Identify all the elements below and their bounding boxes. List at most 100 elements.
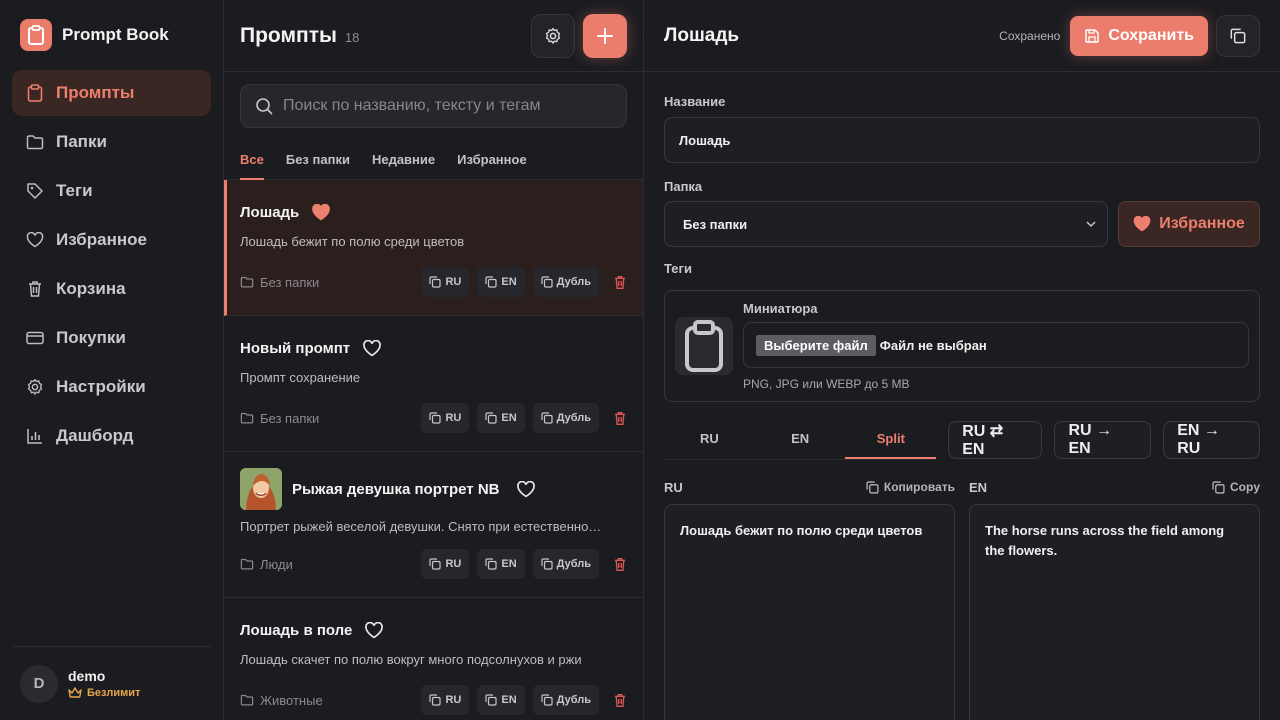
sidebar-item-settings[interactable]: Настройки (12, 364, 211, 410)
chip-label: Дубль (556, 412, 591, 424)
duplicate-button[interactable]: Дубль (532, 267, 599, 297)
credit-card-icon (26, 329, 44, 347)
sidebar-item-folders[interactable]: Папки (12, 119, 211, 165)
prompt-card[interactable]: Лошадь Лошадь бежит по полю среди цветов… (224, 180, 643, 316)
swap-ru-en-button[interactable]: RU ⇄ EN (948, 421, 1043, 459)
user-profile[interactable]: D demo Безлимит (12, 646, 211, 720)
prompt-thumbnail (240, 468, 282, 510)
clipboard-icon (20, 19, 52, 51)
prompt-title: Рыжая девушка портрет NB (292, 480, 500, 498)
en-label: EN (969, 479, 988, 495)
delete-trash-icon[interactable] (613, 693, 627, 708)
tags-label: Теги (664, 261, 692, 276)
sidebar-item-label: Корзина (56, 279, 126, 298)
copy-ru-button[interactable]: RU (421, 549, 470, 579)
prompt-description: Лошадь бежит по полю среди цветов (240, 234, 465, 249)
delete-trash-icon[interactable] (613, 557, 627, 572)
sidebar-item-prompts[interactable]: Промпты (12, 70, 211, 116)
copy-en-button[interactable]: EN (477, 685, 525, 715)
tab-no-folder[interactable]: Без папки (286, 152, 350, 179)
sidebar-item-label: Покупки (56, 328, 126, 347)
copy-icon (485, 276, 497, 288)
brand[interactable]: Prompt Book (0, 0, 223, 70)
sidebar-item-favorites[interactable]: Избранное (12, 217, 211, 263)
copy-en-button[interactable]: EN (477, 403, 525, 433)
crown-icon (68, 687, 82, 699)
sidebar-item-purchases[interactable]: Покупки (12, 315, 211, 361)
favorite-toggle-button[interactable]: Избранное (1118, 201, 1260, 247)
heart-outline-icon[interactable] (364, 621, 384, 639)
settings-button[interactable] (531, 13, 575, 58)
tab-all[interactable]: Все (240, 152, 264, 180)
thumbnail-file-input[interactable]: Выберите файл Файл не выбран (743, 322, 1249, 368)
copy-icon (866, 480, 879, 494)
delete-trash-icon[interactable] (613, 275, 627, 290)
prompt-card[interactable]: Лошадь в поле Лошадь скачет по полю вокр… (224, 598, 643, 720)
sidebar-item-label: Настройки (56, 377, 146, 396)
heart-filled-icon (1133, 216, 1151, 232)
chip-label: RU (445, 276, 462, 288)
sidebar: Prompt Book Промпты Папки Теги Избранное… (0, 0, 224, 720)
language-tabs: RU EN Split (664, 420, 937, 460)
copy-ru-button[interactable]: RU (421, 685, 470, 715)
tab-ru[interactable]: RU (664, 420, 755, 459)
tab-recent[interactable]: Недавние (372, 152, 435, 179)
prompt-folder: Люди (240, 557, 413, 572)
search-icon (255, 97, 273, 115)
copy-icon (1230, 28, 1246, 44)
sidebar-item-trash[interactable]: Корзина (12, 266, 211, 312)
name-field[interactable]: Лошадь (664, 117, 1260, 163)
save-status: Сохранено (999, 28, 1061, 43)
sidebar-item-tags[interactable]: Теги (12, 168, 211, 214)
copy-prompt-button[interactable] (1216, 14, 1260, 57)
chip-label: EN (501, 412, 517, 424)
heart-outline-icon[interactable] (362, 339, 382, 357)
copy-icon (429, 694, 442, 706)
translate-ru-to-en-button[interactable]: RU → EN (1054, 421, 1152, 459)
prompt-card[interactable]: Рыжая девушка портрет NB Портрет рыжей в… (224, 452, 643, 598)
folder-select-value: Без папки (683, 216, 748, 232)
copy-en-button[interactable]: EN (477, 267, 525, 297)
folder-icon (240, 558, 254, 570)
chip-label: RU (445, 694, 462, 706)
duplicate-button[interactable]: Дубль (532, 549, 599, 579)
translate-en-to-ru-button[interactable]: EN → RU (1163, 421, 1261, 459)
sidebar-item-dashboard[interactable]: Дашборд (12, 413, 211, 459)
copy-ru-button[interactable]: RU (421, 267, 470, 297)
save-button[interactable]: Сохранить (1070, 15, 1208, 56)
prompt-description: Промпт сохранение (240, 370, 361, 385)
choose-file-button[interactable]: Выберите файл (756, 334, 876, 356)
delete-trash-icon[interactable] (613, 411, 627, 426)
ru-text-area[interactable]: Лошадь бежит по полю среди цветов (664, 504, 955, 720)
copy-icon (541, 412, 553, 424)
editor-header: Лошадь Сохранено Сохранить (644, 0, 1280, 72)
copy-ru-text-button[interactable]: Копировать (866, 480, 955, 494)
prompt-folder-label: Без папки (260, 274, 320, 290)
copy-label: Копировать (883, 480, 955, 494)
list-header: Промпты 18 (224, 0, 643, 72)
plus-icon (596, 27, 614, 45)
heart-outline-icon[interactable] (516, 480, 536, 498)
name-label: Название (664, 94, 726, 109)
chip-label: RU (445, 412, 462, 424)
trash-icon (26, 280, 44, 298)
favorite-label: Избранное (1159, 215, 1245, 232)
folder-select[interactable]: Без папки (664, 201, 1108, 247)
duplicate-button[interactable]: Дубль (532, 403, 599, 433)
add-prompt-button[interactable] (583, 13, 627, 58)
user-name: demo (68, 668, 106, 684)
search-input[interactable]: Поиск по названию, тексту и тегам (240, 84, 627, 128)
tab-split[interactable]: Split (845, 420, 937, 459)
copy-en-text-button[interactable]: Copy (1212, 480, 1260, 494)
tab-favorites[interactable]: Избранное (457, 152, 527, 179)
tab-en[interactable]: EN (755, 420, 846, 459)
copy-ru-button[interactable]: RU (421, 403, 470, 433)
prompt-card[interactable]: Новый промпт Промпт сохранение Без папки… (224, 316, 643, 452)
page-title: Промпты (240, 23, 337, 47)
heart-icon (26, 231, 44, 249)
copy-en-button[interactable]: EN (477, 549, 525, 579)
sidebar-item-label: Папки (56, 132, 107, 151)
heart-filled-icon[interactable] (311, 203, 331, 221)
en-text-area[interactable]: The horse runs across the field among th… (969, 504, 1260, 720)
duplicate-button[interactable]: Дубль (532, 685, 599, 715)
